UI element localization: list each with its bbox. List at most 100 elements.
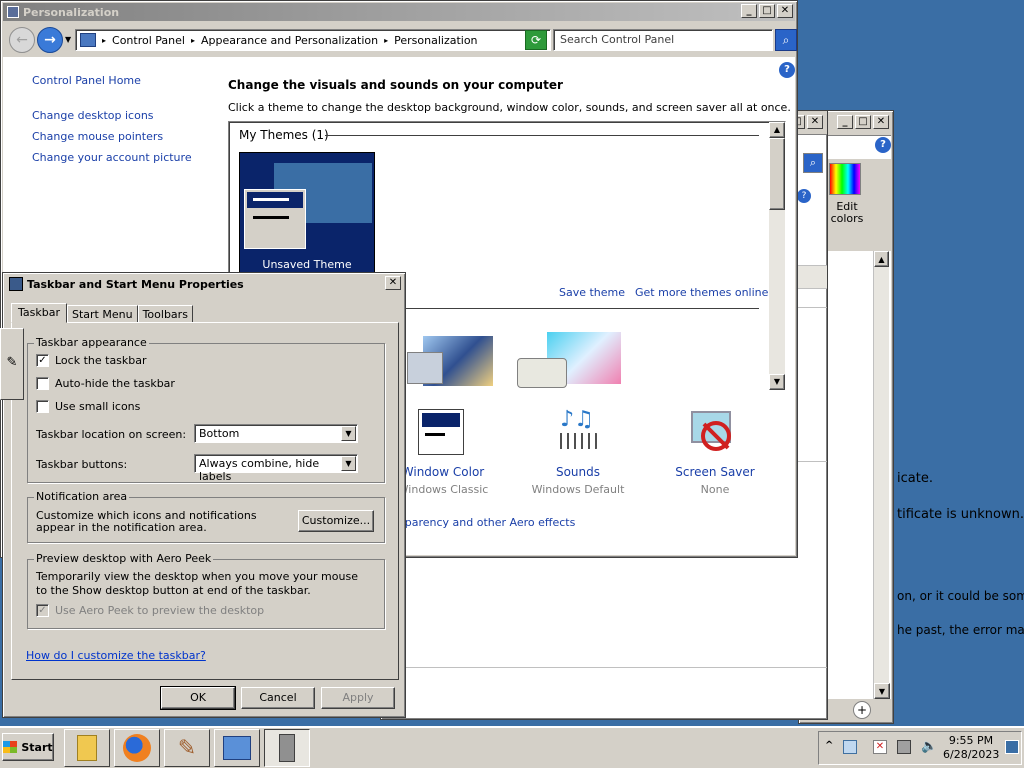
themes-scroll-down[interactable]: ▼ — [769, 374, 785, 390]
bg-close-button[interactable]: ✕ — [873, 115, 889, 129]
network-icon[interactable] — [897, 740, 911, 754]
cancel-button[interactable]: Cancel — [241, 687, 315, 709]
personalization-titlebar[interactable]: Personalization _ □ ✕ — [3, 3, 795, 21]
taskbar-location-select[interactable]: Bottom ▼ — [194, 424, 358, 443]
mid-help-icon[interactable]: ? — [797, 189, 811, 203]
start-label: Start — [21, 740, 53, 754]
bg-minimize-button[interactable]: _ — [837, 115, 853, 129]
search-placeholder: Search Control Panel — [560, 33, 675, 46]
breadcrumb-personalization[interactable]: Personalization — [394, 34, 477, 47]
maximize-button[interactable]: □ — [759, 4, 775, 18]
breadcrumb-control-panel[interactable]: Control Panel — [112, 34, 185, 47]
page-title: Change the visuals and sounds on your co… — [228, 78, 563, 92]
close-button[interactable]: ✕ — [777, 4, 793, 18]
edit-colors-label[interactable]: Edit colors — [827, 201, 867, 225]
tab-start-menu[interactable]: Start Menu — [67, 305, 138, 323]
lock-taskbar-checkbox[interactable]: ✓ — [36, 354, 49, 367]
auto-hide-checkbox[interactable] — [36, 377, 49, 390]
notification-area-group: Notification area Customize which icons … — [27, 490, 385, 543]
breadcrumb-chevron-icon[interactable]: ▸ — [384, 36, 388, 45]
refresh-icon[interactable]: ⟳ — [525, 30, 547, 50]
search-icon[interactable]: ⌕ — [775, 29, 797, 51]
tab-toolbars[interactable]: Toolbars — [137, 305, 193, 323]
mid-close-button[interactable]: ✕ — [807, 115, 823, 129]
themes-scroll-thumb[interactable] — [769, 138, 785, 210]
dialog-tabs: Taskbar Start Menu Toolbars — [11, 303, 193, 323]
dialog-close-button[interactable]: ✕ — [385, 276, 401, 290]
breadcrumb-chevron-icon[interactable]: ▸ — [191, 36, 195, 45]
control-panel-home-link[interactable]: Control Panel Home — [32, 74, 141, 87]
folder-icon — [77, 735, 97, 761]
bg-text-2: tificate is unknown. — [897, 507, 1024, 522]
get-more-themes-link[interactable]: Get more themes online — [635, 286, 768, 299]
pen-input-tab-icon[interactable]: ✎ — [0, 328, 24, 400]
apply-button[interactable]: Apply — [321, 687, 395, 709]
search-input[interactable]: Search Control Panel — [553, 29, 773, 51]
window-color-item[interactable] — [405, 409, 477, 455]
address-bar[interactable]: ▸ Control Panel ▸ Appearance and Persona… — [75, 29, 551, 51]
windows-logo-icon — [3, 741, 18, 753]
lock-taskbar-row[interactable]: ✓ Lock the taskbar — [36, 354, 147, 367]
themes-scrollbar[interactable]: ▲ ▼ — [769, 122, 785, 390]
sounds-icon[interactable]: ♪♫ — [551, 409, 603, 459]
customize-button[interactable]: Customize... — [298, 510, 374, 532]
add-icon[interactable]: + — [853, 701, 871, 719]
chevron-down-icon[interactable]: ▼ — [341, 426, 356, 441]
taskbar-buttons-select[interactable]: Always combine, hide labels ▼ — [194, 454, 358, 483]
ok-button[interactable]: OK — [160, 686, 236, 710]
action-center-icon[interactable] — [843, 740, 857, 754]
help-customize-link[interactable]: How do I customize the taskbar? — [26, 649, 206, 662]
bg-scroll-up[interactable]: ▲ — [874, 251, 889, 267]
save-theme-link[interactable]: Save theme — [559, 286, 625, 299]
bg-maximize-button[interactable]: □ — [855, 115, 871, 129]
clock[interactable]: 9:55 PM 6/28/2023 — [943, 734, 999, 762]
change-mouse-pointers-link[interactable]: Change mouse pointers — [32, 130, 163, 143]
help-icon[interactable]: ? — [779, 62, 795, 78]
window-color-icon — [418, 409, 464, 455]
aero-peek-legend: Preview desktop with Aero Peek — [34, 552, 214, 565]
screen-saver-title[interactable]: Screen Saver — [655, 465, 775, 479]
small-icons-checkbox[interactable] — [36, 400, 49, 413]
system-task[interactable] — [264, 729, 310, 767]
breadcrumb-chevron-icon[interactable]: ▸ — [102, 36, 106, 45]
window-app-icon — [7, 6, 19, 18]
forward-button[interactable]: → — [37, 27, 63, 53]
sounds-title[interactable]: Sounds — [518, 465, 638, 479]
bg-scrollbar[interactable]: ▲ ▼ — [873, 251, 890, 699]
aero-theme-thumbnail[interactable] — [407, 332, 499, 390]
bg-scroll-down[interactable]: ▼ — [874, 683, 890, 699]
back-button[interactable]: ← — [9, 27, 35, 53]
network-warning-icon[interactable]: ✕ — [873, 740, 887, 754]
show-desktop-icon[interactable] — [1005, 740, 1019, 754]
window-title: Personalization — [23, 5, 120, 19]
page-subtitle: Click a theme to change the desktop back… — [228, 101, 791, 114]
screen-saver-icon[interactable] — [689, 411, 739, 457]
auto-hide-row[interactable]: Auto-hide the taskbar — [36, 377, 175, 390]
bg-help-icon[interactable]: ? — [875, 137, 891, 153]
change-desktop-icons-link[interactable]: Change desktop icons — [32, 109, 154, 122]
start-button[interactable]: Start — [2, 733, 54, 761]
control-panel-task[interactable] — [214, 729, 260, 767]
volume-icon[interactable]: 🔈 — [921, 739, 937, 754]
aero-peek-label: Use Aero Peek to preview the desktop — [55, 604, 265, 617]
minimize-button[interactable]: _ — [741, 4, 757, 18]
show-hidden-icons-icon[interactable]: ^ — [825, 740, 833, 751]
taskbar-appearance-group: Taskbar appearance ✓ Lock the taskbar Au… — [27, 336, 385, 483]
firefox-task[interactable] — [114, 729, 160, 767]
paint-task[interactable]: ✎ — [164, 729, 210, 767]
breadcrumb-appearance[interactable]: Appearance and Personalization — [201, 34, 378, 47]
recent-pages-icon[interactable]: ▼ — [65, 35, 71, 44]
mid-search-icon[interactable]: ⌕ — [803, 153, 823, 173]
tab-taskbar[interactable]: Taskbar — [11, 303, 67, 323]
clock-date: 6/28/2023 — [943, 748, 1000, 761]
themes-scroll-up[interactable]: ▲ — [769, 122, 785, 138]
unsaved-theme-tile[interactable]: Unsaved Theme — [239, 152, 375, 274]
explorer-task[interactable] — [64, 729, 110, 767]
auto-hide-label: Auto-hide the taskbar — [55, 377, 175, 390]
chevron-down-icon[interactable]: ▼ — [341, 456, 356, 471]
dialog-titlebar[interactable]: Taskbar and Start Menu Properties ✕ — [5, 275, 403, 293]
change-account-picture-link[interactable]: Change your account picture — [32, 151, 192, 164]
small-icons-row[interactable]: Use small icons — [36, 400, 140, 413]
aero-effects-link[interactable]: sparency and other Aero effects — [399, 516, 575, 529]
landscapes-theme-thumbnail[interactable] — [517, 330, 635, 390]
